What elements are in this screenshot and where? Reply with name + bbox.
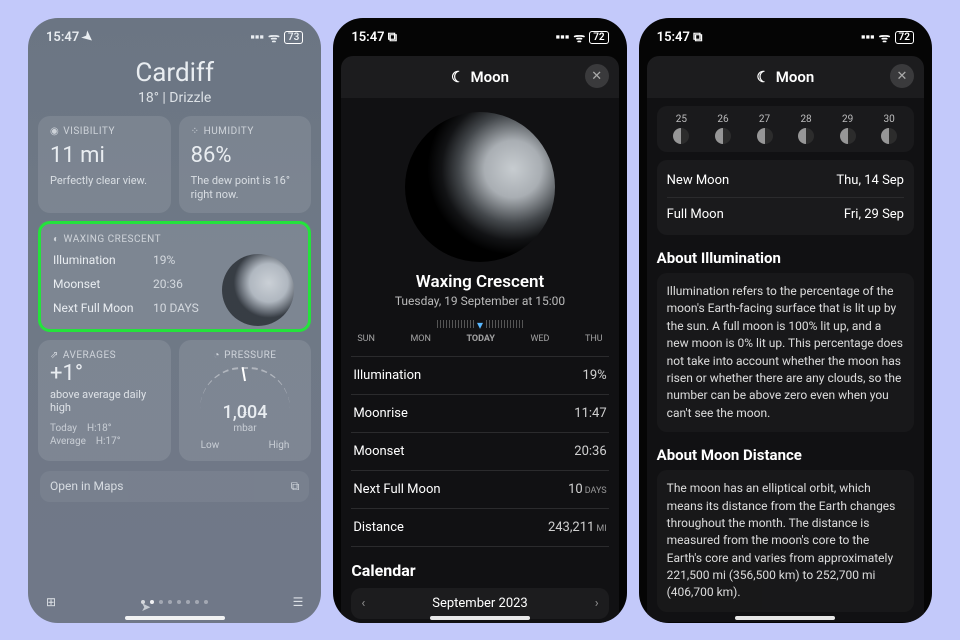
external-link-icon: ⧉ (291, 479, 300, 494)
chevron-right-icon[interactable]: › (595, 596, 599, 611)
close-button[interactable]: ✕ (890, 64, 914, 88)
moon-events: New MoonThu, 14 Sep Full MoonFri, 29 Sep (657, 160, 914, 235)
visibility-value: 11 mi (50, 143, 159, 168)
day-labels: SUN MON TODAY WED THU (351, 334, 608, 344)
about-distance-body: The moon has an elliptical orbit, which … (657, 470, 914, 612)
moon-card[interactable]: ◐WAXING CRESCENT Illumination19% Moonset… (38, 221, 311, 332)
week-calendar[interactable]: 25 26 27 28 29 30 (657, 106, 914, 152)
table-row: Illumination19% (351, 357, 608, 395)
list-icon[interactable]: ☰ (293, 595, 304, 609)
sheet-header: ☾Moon ✕ (341, 56, 618, 98)
scrubber-marker-icon: ▾ (477, 318, 483, 332)
event-row: New MoonThu, 14 Sep (667, 164, 904, 198)
gauge-icon: ◔ (214, 350, 221, 361)
wifi-icon: ᯤ (268, 28, 280, 46)
cal-day: 27 (757, 114, 773, 144)
about-illumination-body: Illumination refers to the percentage of… (657, 273, 914, 432)
phase-datetime: Tuesday, 19 September at 15:00 (351, 294, 608, 308)
moon-illustration (405, 112, 555, 262)
pressure-gauge (200, 367, 290, 409)
signal-icon: ▪▪▪ (861, 29, 875, 45)
close-button[interactable]: ✕ (585, 64, 609, 88)
time-scrubber[interactable]: ▾ (351, 318, 608, 330)
month-selector[interactable]: ‹ September 2023 › (351, 588, 608, 619)
phase-icon (757, 128, 773, 144)
phase-name: Waxing Crescent (351, 272, 608, 292)
avg-temp: +1° (50, 361, 159, 386)
status-time: 15:47 ⧉ (351, 30, 397, 45)
home-indicator[interactable] (430, 616, 530, 620)
moon-about-screen: 15:47 ⧉ ▪▪▪ ᯤ 72 ☾Moon ✕ 25 26 27 28 29 … (639, 18, 932, 623)
weather-app-screen: 15:47 ➤ ▪▪▪ ᯤ 73 Cardiff 18° | Drizzle ◉… (28, 18, 321, 623)
humidity-value: 86% (191, 143, 300, 168)
page-dots[interactable]: ➤ (141, 600, 208, 604)
signal-icon: ▪▪▪ (556, 29, 570, 45)
map-icon[interactable]: ⊞ (46, 595, 56, 609)
tab-bar: ⊞ ➤ ☰ (28, 595, 321, 609)
wifi-icon: ᯤ (879, 28, 891, 46)
phase-icon (715, 128, 731, 144)
home-indicator[interactable] (735, 616, 835, 620)
pressure-unit: mbar (191, 423, 300, 434)
battery-indicator: 72 (895, 31, 914, 44)
phase-icon (673, 128, 689, 144)
phase-icon (881, 128, 897, 144)
cal-day: 25 (673, 114, 689, 144)
calendar-heading: Calendar (351, 561, 608, 580)
humidity-card[interactable]: ⁘HUMIDITY 86% The dew point is 16° right… (179, 116, 312, 213)
chart-icon: ⇗ (50, 350, 59, 361)
pressure-card[interactable]: ◔PRESSURE = 1,004 mbar LowHigh (179, 340, 312, 461)
avg-desc: above average daily high (50, 388, 159, 416)
wifi-icon: ᯤ (573, 28, 585, 46)
battery-indicator: 73 (284, 31, 303, 44)
cal-day: 26 (715, 114, 731, 144)
open-in-maps-button[interactable]: Open in Maps ⧉ (40, 471, 309, 502)
cal-day: 30 (881, 114, 897, 144)
humidity-icon: ⁘ (191, 126, 200, 137)
status-bar: 15:47 ➤ ▪▪▪ ᯤ 73 (28, 18, 321, 50)
table-row: Distance243,211MI (351, 509, 608, 547)
location-arrow-icon: ➤ (79, 28, 97, 47)
visibility-card[interactable]: ◉VISIBILITY 11 mi Perfectly clear view. (38, 116, 171, 213)
battery-indicator: 72 (589, 31, 608, 44)
signal-icon: ▪▪▪ (250, 29, 264, 45)
moon-icon: ☾ (451, 68, 464, 86)
moon-phase-icon: ◐ (53, 234, 60, 245)
home-indicator[interactable] (125, 616, 225, 620)
moon-thumbnail (222, 254, 294, 326)
cal-day: 28 (798, 114, 814, 144)
status-bar: 15:47 ⧉ ▪▪▪ ᯤ 72 (333, 18, 626, 50)
eye-icon: ◉ (50, 126, 59, 137)
table-row: Moonrise11:47 (351, 395, 608, 433)
visibility-desc: Perfectly clear view. (50, 174, 159, 188)
chevron-left-icon[interactable]: ‹ (361, 596, 365, 611)
status-bar: 15:47 ⧉ ▪▪▪ ᯤ 72 (639, 18, 932, 50)
condition-line: 18° | Drizzle (28, 90, 321, 106)
status-time: 15:47 ⧉ (657, 30, 703, 45)
about-distance-title: About Moon Distance (657, 446, 914, 464)
location-header: Cardiff 18° | Drizzle (28, 58, 321, 106)
location-dot-icon: ➤ (141, 600, 145, 604)
moon-data-table: Illumination19% Moonrise11:47 Moonset20:… (351, 356, 608, 547)
table-row: Moonset20:36 (351, 433, 608, 471)
moon-icon: ☾ (756, 68, 769, 86)
averages-card[interactable]: ⇗AVERAGES +1° above average daily high T… (38, 340, 171, 461)
phase-icon (798, 128, 814, 144)
event-row: Full MoonFri, 29 Sep (667, 198, 904, 231)
table-row: Next Full Moon10DAYS (351, 471, 608, 509)
status-time: 15:47 ➤ (46, 30, 93, 45)
month-label: September 2023 (432, 596, 528, 611)
about-illumination-title: About Illumination (657, 249, 914, 267)
city-name: Cardiff (28, 58, 321, 88)
moon-detail-screen: 15:47 ⧉ ▪▪▪ ᯤ 72 ☾Moon ✕ Waxing Crescent… (333, 18, 626, 623)
sheet-header: ☾Moon ✕ (647, 56, 924, 98)
cal-day: 29 (840, 114, 856, 144)
phase-icon (840, 128, 856, 144)
humidity-desc: The dew point is 16° right now. (191, 174, 300, 203)
